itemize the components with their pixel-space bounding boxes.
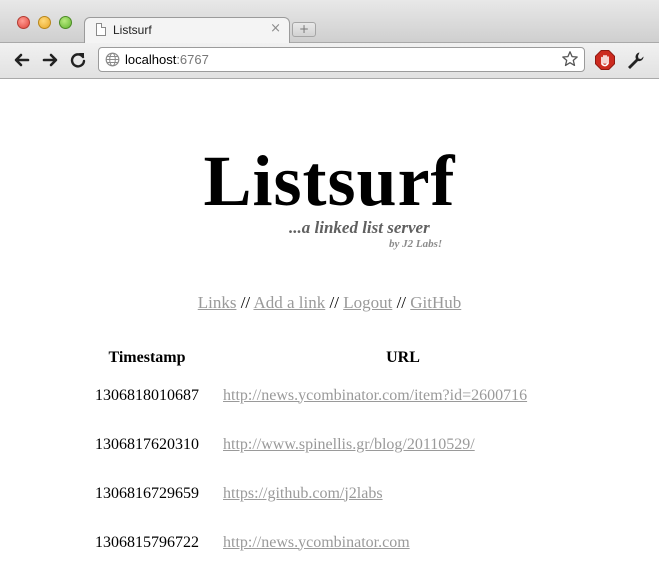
page-content: Listsurf ...a linked list server by J2 L… [7, 79, 652, 583]
star-icon[interactable] [561, 50, 579, 68]
tab-title: Listsurf [113, 23, 152, 37]
nav-separator: // [396, 293, 407, 312]
timestamp-cell: 1306816729659 [95, 484, 199, 502]
browser-window: Listsurf × + localhost:6767 Listsurf ...… [0, 0, 659, 583]
tab-bar: Listsurf × + [0, 0, 659, 43]
zoom-window-button[interactable] [59, 16, 72, 29]
nav-link-logout[interactable]: Logout [343, 293, 392, 312]
table-row: 1306818010687 http://news.ycombinator.co… [80, 371, 583, 420]
timestamp-cell: 1306817620310 [95, 435, 199, 453]
minimize-window-button[interactable] [38, 16, 51, 29]
url-cell: http://news.ycombinator.com [214, 518, 583, 567]
tab-listsurf[interactable]: Listsurf × [84, 17, 290, 43]
url-link[interactable]: http://news.ycombinator.com [223, 534, 410, 551]
column-header-timestamp: Timestamp [108, 349, 186, 366]
site-byline: by J2 Labs! [389, 238, 443, 250]
nav-separator: // [240, 293, 251, 312]
nav-link-links[interactable]: Links [198, 293, 237, 312]
links-table: Timestamp URL 1306818010687 http://news.… [80, 345, 583, 567]
column-header-url: URL [386, 349, 420, 366]
page-icon [96, 23, 106, 36]
table-row: 1306816729659 https://github.com/j2labs [80, 469, 583, 518]
url-link[interactable]: http://news.ycombinator.com/item?id=2600… [223, 387, 527, 404]
wrench-icon[interactable] [624, 49, 646, 71]
nav-link-github[interactable]: GitHub [410, 293, 461, 312]
table-row: 1306817620310 http://www.spinellis.gr/bl… [80, 420, 583, 469]
url-cell: https://github.com/j2labs [214, 469, 583, 518]
address-bar[interactable]: localhost:6767 [98, 47, 585, 72]
forward-arrow-icon[interactable] [39, 49, 61, 71]
table-row: 1306815796722 http://news.ycombinator.co… [80, 518, 583, 567]
close-window-button[interactable] [17, 16, 30, 29]
new-tab-button[interactable]: + [292, 22, 316, 37]
back-arrow-icon[interactable] [11, 49, 33, 71]
url-port: :6767 [176, 52, 209, 67]
nav-link-add-a-link[interactable]: Add a link [253, 293, 325, 312]
nav-separator: // [329, 293, 339, 312]
site-title: Listsurf [203, 141, 456, 221]
url-host: localhost [125, 52, 177, 67]
url-cell: http://www.spinellis.gr/blog/20110529/ [214, 420, 583, 469]
url-link[interactable]: http://www.spinellis.gr/blog/20110529/ [223, 436, 475, 453]
timestamp-cell: 1306815796722 [95, 533, 199, 551]
globe-icon [105, 52, 120, 67]
site-tagline: ...a linked list server [289, 218, 430, 237]
stop-hand-icon[interactable] [594, 49, 616, 71]
browser-toolbar: localhost:6767 [0, 43, 659, 79]
table-header-row: Timestamp URL [80, 345, 583, 371]
url-cell: http://news.ycombinator.com/item?id=2600… [214, 371, 583, 420]
timestamp-cell: 1306818010687 [95, 386, 199, 404]
url-link[interactable]: https://github.com/j2labs [223, 485, 383, 502]
main-nav: Links // Add a link // Logout // GitHub [7, 293, 652, 313]
tab-close-icon[interactable]: × [270, 21, 281, 36]
url-text: localhost:6767 [125, 52, 209, 67]
reload-icon[interactable] [67, 49, 89, 71]
